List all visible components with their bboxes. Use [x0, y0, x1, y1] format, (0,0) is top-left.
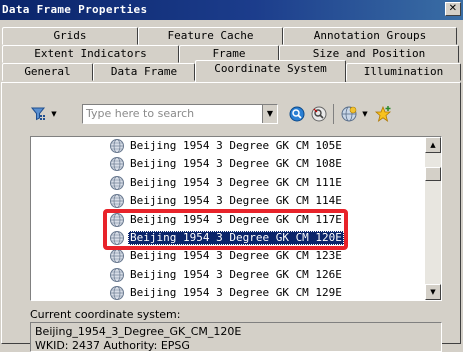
current-system-wkid: WKID: 2437 Authority: EPSG — [35, 339, 190, 352]
tab-coordinate-system[interactable]: Coordinate System — [195, 60, 346, 82]
list-item-label: Beijing 1954 3 Degree GK CM 117E — [130, 212, 342, 226]
globe-icon — [109, 156, 128, 172]
list-item-label: Beijing 1954 3 Degree GK CM 108E — [130, 157, 342, 171]
globe-icon — [109, 285, 128, 300]
list-item[interactable]: Beijing 1954 3 Degree GK CM 114E — [109, 193, 344, 209]
globe-icon — [109, 267, 128, 283]
close-button[interactable]: ✕ — [445, 2, 461, 16]
list-item-label: Beijing 1954 3 Degree GK CM 129E — [130, 286, 342, 300]
globe-dropdown-arrow-icon[interactable]: ▼ — [360, 105, 370, 123]
window-title: Data Frame Properties — [2, 3, 148, 16]
list-item[interactable]: Beijing 1954 3 Degree GK CM 117E — [109, 212, 344, 228]
coordinate-system-list[interactable]: Beijing 1954 3 Degree GK CM 105E Beijing … — [30, 136, 442, 301]
tab-annotation-groups[interactable]: Annotation Groups — [283, 27, 457, 45]
tab-feature-cache[interactable]: Feature Cache — [138, 27, 283, 45]
list-item-label: Beijing 1954 3 Degree GK CM 123E — [130, 249, 342, 263]
search-placeholder: Type here to search — [86, 107, 195, 120]
list-item-selected[interactable]: Beijing 1954 3 Degree GK CM 120E — [109, 230, 344, 246]
search-input[interactable]: Type here to search ▼ — [82, 104, 278, 124]
list-item[interactable]: Beijing 1954 3 Degree GK CM 108E — [109, 156, 344, 172]
globe-icon — [109, 230, 128, 246]
filter-icon[interactable] — [30, 105, 48, 123]
globe-icon — [109, 212, 128, 228]
list-item-label: Beijing 1954 3 Degree GK CM 126E — [130, 267, 342, 281]
tab-data-frame[interactable]: Data Frame — [93, 63, 195, 81]
magnifier-icon[interactable] — [288, 105, 306, 123]
tab-illumination[interactable]: Illumination — [346, 63, 461, 81]
add-favorite-icon[interactable] — [374, 105, 392, 123]
scrollbar-thumb[interactable] — [425, 167, 441, 181]
globe-icon — [109, 248, 128, 264]
title-bar: Data Frame Properties ✕ — [0, 0, 463, 20]
globe-icon[interactable] — [340, 105, 358, 123]
list-item[interactable]: Beijing 1954 3 Degree GK CM 123E — [109, 248, 344, 264]
scroll-up-arrow-icon[interactable]: ▲ — [425, 137, 441, 153]
current-system-name: Beijing_1954_3_Degree_GK_CM_120E — [35, 325, 242, 338]
scroll-down-arrow-icon[interactable]: ▼ — [425, 284, 441, 300]
globe-icon — [109, 138, 128, 154]
list-item[interactable]: Beijing 1954 3 Degree GK CM 126E — [109, 267, 344, 283]
list-item[interactable]: Beijing 1954 3 Degree GK CM 129E — [109, 285, 344, 300]
tab-general[interactable]: General — [2, 63, 93, 81]
list-item-label: Beijing 1954 3 Degree GK CM 120E — [128, 231, 344, 245]
globe-icon — [109, 175, 128, 191]
filter-dropdown-arrow-icon[interactable]: ▼ — [49, 105, 59, 123]
current-system-label: Current coordinate system: — [30, 308, 181, 321]
toolbar-separator — [333, 104, 334, 124]
globe-icon — [109, 193, 128, 209]
list-item-label: Beijing 1954 3 Degree GK CM 114E — [130, 194, 342, 208]
list-item[interactable]: Beijing 1954 3 Degree GK CM 111E — [109, 175, 344, 191]
tab-extent-indicators[interactable]: Extent Indicators — [2, 45, 179, 63]
list-scrollbar[interactable]: ▲ ▼ — [425, 137, 441, 300]
search-dropdown-arrow-icon[interactable]: ▼ — [262, 105, 277, 123]
list-item-label: Beijing 1954 3 Degree GK CM 111E — [130, 175, 342, 189]
tab-grids[interactable]: Grids — [2, 27, 138, 45]
clear-search-icon[interactable] — [310, 105, 328, 123]
current-system-details: Beijing_1954_3_Degree_GK_CM_120E WKID: 2… — [30, 322, 442, 352]
list-item[interactable]: Beijing 1954 3 Degree GK CM 105E — [109, 138, 344, 154]
list-item-label: Beijing 1954 3 Degree GK CM 105E — [130, 139, 342, 152]
